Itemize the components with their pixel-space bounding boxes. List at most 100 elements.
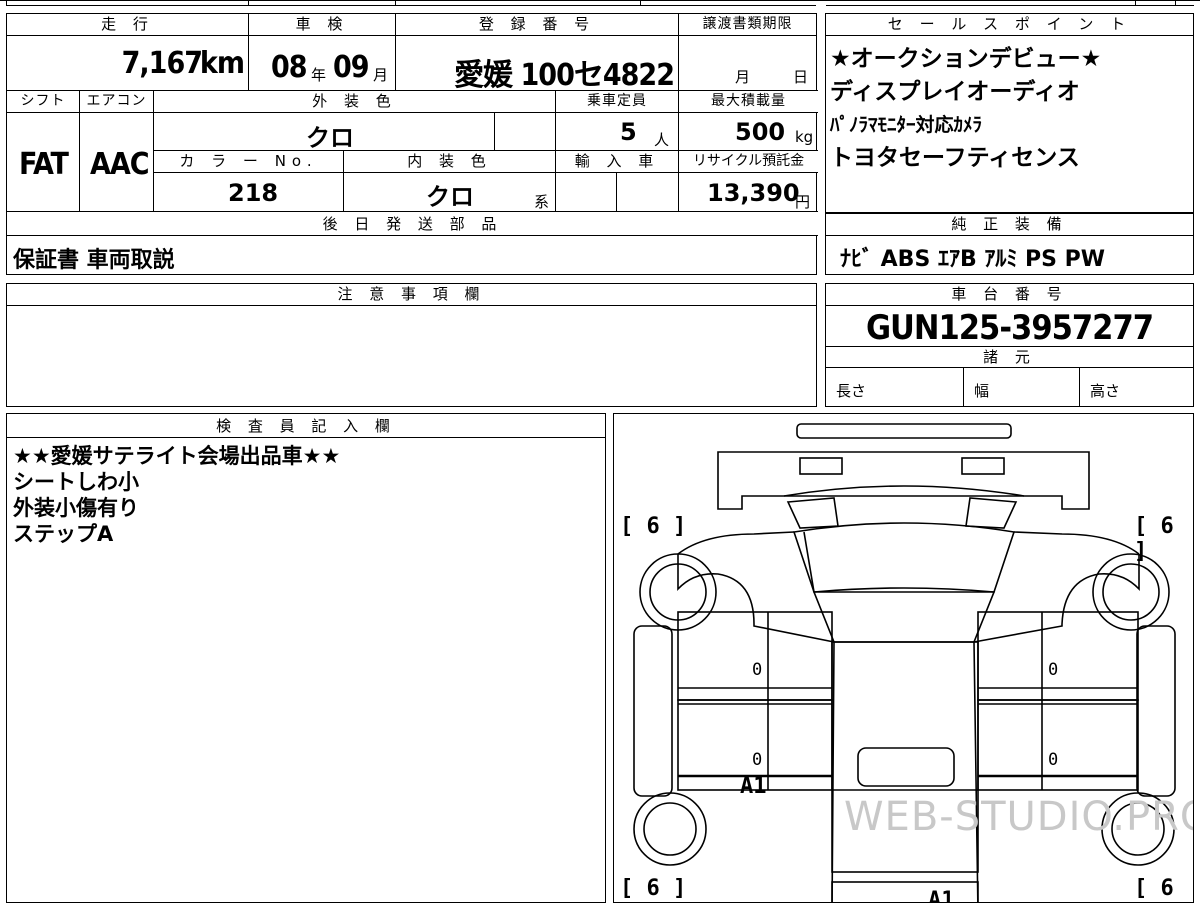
windshield	[792, 522, 1016, 593]
import-cell-a	[556, 173, 617, 212]
damage-mark-step: A1	[740, 774, 767, 799]
inspector-lines: ★★愛媛サテライト会場出品車★★ シートしわ小 外装小傷有り ステップA	[13, 443, 340, 547]
chassis-header: 車 台 番 号	[826, 284, 1193, 306]
sales-points-box: セ ー ル ス ポ イ ン ト ★オークションデビュー★ ディスプレイオーディオ…	[825, 13, 1194, 213]
max-load-unit: kg	[795, 128, 814, 146]
door-mark: 0	[752, 750, 763, 770]
aircon-cell: AAC	[80, 113, 154, 212]
shift-header: シフト	[7, 91, 80, 113]
wheel-front-right	[1092, 553, 1170, 631]
capacity-value: 5	[620, 118, 637, 146]
color-no-cell: 218	[154, 173, 344, 212]
interior-color-value: クロ	[426, 183, 474, 211]
front-bumper-strip	[796, 423, 1012, 439]
inspection-year: 08	[271, 50, 308, 85]
capacity-cell: 5 人	[556, 113, 679, 151]
notes-box: 注 意 事 項 欄	[6, 283, 817, 407]
inspector-line: ★★愛媛サテライト会場出品車★★	[13, 444, 341, 468]
inspector-header: 検 査 員 記 入 欄	[7, 414, 605, 438]
step-left	[633, 625, 673, 797]
genuine-equipment-value: ﾅﾋﾞ ABS ｴｱB ｱﾙﾐ PS PW	[840, 247, 1106, 272]
chassis-number: GUN125-3957277	[865, 308, 1154, 348]
door-mark: 0	[1048, 750, 1059, 770]
later-parts-header: 後 日 発 送 部 品	[7, 212, 818, 236]
headlight-right	[961, 457, 1005, 475]
mileage-header: 走 行	[7, 14, 249, 36]
sunroof	[857, 747, 955, 787]
max-load-header: 最大積載量	[679, 91, 818, 113]
exterior-color-value: クロ	[306, 124, 354, 152]
tire-mark-front-right: [ 6 ]	[1134, 514, 1174, 564]
windshield-frame	[783, 485, 1025, 497]
interior-color-cell: クロ 系	[344, 173, 556, 212]
watermark: WEB-STUDIO.PRO	[844, 794, 1194, 840]
sales-points-header: セ ー ル ス ポ イ ン ト	[826, 14, 1193, 36]
step-right	[1136, 625, 1176, 797]
inspector-line: 外装小傷有り	[13, 496, 139, 520]
recycle-header: リサイクル預託金	[679, 151, 818, 173]
exterior-color-extra	[495, 113, 556, 151]
mileage-cell: 7,167 km	[7, 36, 249, 91]
car-diagram-box: WEB-STUDIO.PRO [ 6 ] [ 6 ] [ 6 ] [ 6 ] 0…	[613, 413, 1194, 903]
spec-height-label: 高さ	[1090, 382, 1121, 400]
interior-color-suffix: 系	[534, 193, 550, 211]
exterior-color-header: 外 装 色	[154, 91, 556, 113]
spec-width-cell: 幅	[964, 368, 1080, 406]
mileage-unit: km	[199, 46, 245, 81]
shift-value: FAT	[19, 147, 69, 182]
aircon-value: AAC	[90, 147, 150, 182]
sales-point-line: ディスプレイオーディオ	[830, 79, 1080, 105]
chassis-box: 車 台 番 号 GUN125-3957277 諸 元 長さ 幅 高さ	[825, 283, 1194, 407]
sales-point-line: ★オークションデビュー★	[830, 46, 1102, 72]
damage-mark-rear: A1	[928, 888, 955, 903]
mirror-left	[786, 497, 839, 529]
import-cell-b	[617, 173, 679, 212]
vehicle-info-table: 走 行 車 検 登 録 番 号 譲渡書類期限 7,167 km 08 年 09 …	[6, 13, 818, 275]
registration-value: 愛媛 100セ4822	[454, 58, 675, 93]
genuine-equipment-header: 純 正 装 備	[826, 214, 1193, 236]
inspector-line: シートしわ小	[13, 470, 139, 494]
recycle-cell: 13,390 円	[679, 173, 818, 212]
transfer-day-unit: 日	[793, 68, 809, 86]
later-parts-value: 保証書 車両取説	[13, 248, 175, 273]
hood-panel	[717, 451, 1090, 510]
transfer-month-unit: 月	[735, 68, 751, 86]
transfer-deadline-header: 譲渡書類期限	[679, 14, 816, 36]
inspector-line: ステップA	[13, 522, 114, 546]
sales-points-list: ★オークションデビュー★ ディスプレイオーディオ ﾊﾟﾉﾗﾏﾓﾆﾀｰ対応ｶﾒﾗ …	[830, 43, 1190, 175]
inspection-header: 車 検	[249, 14, 396, 36]
recycle-value: 13,390	[707, 179, 800, 207]
sales-point-line: ﾊﾟﾉﾗﾏﾓﾆﾀｰ対応ｶﾒﾗ	[830, 114, 983, 136]
import-header: 輸 入 車	[556, 151, 679, 173]
mirror-right	[965, 497, 1018, 529]
max-load-cell: 500 kg	[679, 113, 818, 151]
max-load-value: 500	[735, 118, 786, 146]
fender-right	[1013, 531, 1140, 555]
later-parts-cell: 保証書 車両取説	[7, 236, 818, 274]
interior-color-header: 内 装 色	[344, 151, 556, 173]
capacity-header: 乗車定員	[556, 91, 679, 113]
tire-mark-rear-right: [ 6 ]	[1134, 876, 1174, 902]
color-no-value: 218	[228, 179, 279, 207]
spec-length-label: 長さ	[836, 382, 867, 400]
specs-header: 諸 元	[826, 346, 1193, 368]
door-front-left	[677, 611, 833, 701]
sales-point-line: トヨタセーフティセンス	[830, 145, 1080, 171]
color-no-header: カ ラ ー No.	[154, 151, 344, 173]
top-strip	[0, 0, 1200, 6]
aircon-header: エアコン	[80, 91, 154, 113]
inspection-year-unit: 年	[311, 66, 327, 84]
mileage-value: 7,167	[121, 46, 203, 81]
notes-header: 注 意 事 項 欄	[7, 284, 816, 306]
transfer-deadline-cell: 月 日	[679, 36, 818, 91]
headlight-left	[799, 457, 843, 475]
inspection-month: 09	[333, 50, 370, 85]
spec-width-label: 幅	[974, 382, 990, 400]
registration-header: 登 録 番 号	[396, 14, 679, 36]
inspection-cell: 08 年 09 月	[249, 36, 396, 91]
door-mark: 0	[752, 660, 763, 680]
shift-cell: FAT	[7, 113, 80, 212]
genuine-equipment-box: 純 正 装 備 ﾅﾋﾞ ABS ｴｱB ｱﾙﾐ PS PW	[825, 213, 1194, 275]
spec-length-cell: 長さ	[826, 368, 964, 406]
cabin-outline	[812, 591, 996, 643]
